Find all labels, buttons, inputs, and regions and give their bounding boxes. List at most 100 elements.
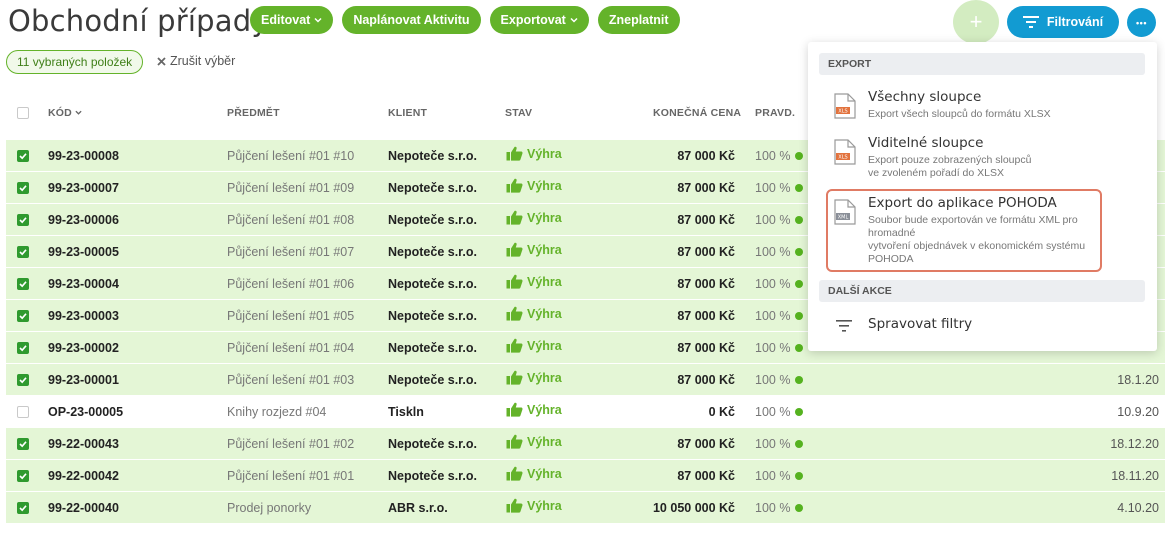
row-code[interactable]: 99-23-00001 bbox=[48, 373, 119, 387]
plan-activity-button[interactable]: Naplánovat Aktivitu bbox=[342, 6, 481, 34]
row-probability-label: 100 % bbox=[755, 309, 791, 323]
thumbs-up-icon bbox=[506, 306, 523, 321]
row-date: 18.11.20 bbox=[1111, 469, 1159, 483]
row-price: 87 000 Kč bbox=[677, 213, 735, 227]
column-status[interactable]: STAV bbox=[505, 107, 532, 119]
page-title: Obchodní případy bbox=[8, 4, 269, 38]
row-client: ABR s.r.o. bbox=[388, 501, 448, 515]
probability-dot-icon bbox=[795, 472, 804, 480]
menu-item-manage-filters[interactable]: Spravovat filtry bbox=[832, 316, 1132, 338]
row-checkbox[interactable] bbox=[17, 470, 29, 482]
row-code[interactable]: 99-23-00008 bbox=[48, 149, 119, 163]
filter-icon bbox=[1022, 16, 1039, 28]
probability-dot-icon bbox=[795, 408, 804, 416]
row-checkbox[interactable] bbox=[17, 150, 29, 162]
check-icon bbox=[19, 377, 27, 384]
row-probability-label: 100 % bbox=[755, 245, 791, 259]
row-status-label: Výhra bbox=[527, 434, 562, 449]
row-status-label: Výhra bbox=[527, 402, 562, 417]
action-bar: Editovat Naplánovat Aktivitu Exportovat … bbox=[250, 6, 680, 34]
menu-item-visible-columns-desc: Export pouze zobrazených sloupců ve zvol… bbox=[868, 154, 1108, 180]
row-code[interactable]: 99-23-00004 bbox=[48, 277, 119, 291]
thumbs-up-icon bbox=[506, 466, 523, 481]
thumbs-up-icon bbox=[506, 370, 523, 385]
row-price: 87 000 Kč bbox=[677, 373, 735, 387]
row-checkbox[interactable] bbox=[17, 310, 29, 322]
thumbs-up-icon bbox=[506, 178, 523, 193]
row-checkbox[interactable] bbox=[17, 502, 29, 514]
row-date: 18.12.20 bbox=[1110, 437, 1159, 451]
row-status: Výhra bbox=[506, 210, 562, 225]
row-checkbox[interactable] bbox=[17, 182, 29, 194]
row-client: Nepoteče s.r.o. bbox=[388, 341, 477, 355]
menu-item-all-columns-title: Všechny sloupce bbox=[868, 89, 982, 105]
row-status: Výhra bbox=[506, 402, 562, 417]
row-checkbox[interactable] bbox=[17, 374, 29, 386]
select-all-checkbox[interactable] bbox=[17, 107, 29, 119]
table-row[interactable]: 99-23-00001 Půjčení lešení #01 #03 Nepoteč… bbox=[6, 364, 1165, 396]
row-status-label: Výhra bbox=[527, 210, 562, 225]
row-probability: 100 % bbox=[755, 181, 804, 195]
column-price[interactable]: KONEČNÁ CENA bbox=[653, 107, 741, 119]
row-checkbox[interactable] bbox=[17, 246, 29, 258]
row-status: Výhra bbox=[506, 242, 562, 257]
row-checkbox[interactable] bbox=[17, 406, 29, 418]
filter-button[interactable]: Filtrování bbox=[1007, 6, 1119, 38]
table-row[interactable]: 99-22-00043 Půjčení lešení #01 #02 Nepoteč… bbox=[6, 428, 1165, 460]
row-code[interactable]: 99-22-00043 bbox=[48, 437, 119, 451]
probability-dot-icon bbox=[795, 504, 804, 512]
row-checkbox[interactable] bbox=[17, 438, 29, 450]
row-code[interactable]: 99-23-00003 bbox=[48, 309, 119, 323]
edit-button[interactable]: Editovat bbox=[250, 6, 334, 34]
row-code[interactable]: 99-23-00007 bbox=[48, 181, 119, 195]
column-probability[interactable]: PRAVD. bbox=[755, 107, 795, 119]
table-row[interactable]: 99-22-00042 Půjčení lešení #01 #01 Nepoteč… bbox=[6, 460, 1165, 492]
more-actions-button[interactable]: ••• bbox=[1127, 8, 1156, 37]
row-code[interactable]: OP-23-00005 bbox=[48, 405, 123, 419]
export-button[interactable]: Exportovat bbox=[489, 6, 589, 34]
cancel-selection-link[interactable]: Zrušit výběr bbox=[157, 54, 235, 68]
row-probability: 100 % bbox=[755, 469, 804, 483]
thumbs-up-icon bbox=[506, 274, 523, 289]
menu-item-visible-columns[interactable]: XLS Viditelné sloupce Export pouze zobra… bbox=[832, 135, 1132, 181]
row-date: 4.10.20 bbox=[1117, 501, 1159, 515]
row-code[interactable]: 99-22-00042 bbox=[48, 469, 119, 483]
column-client[interactable]: KLIENT bbox=[388, 107, 427, 119]
row-subject: Půjčení lešení #01 #04 bbox=[227, 341, 355, 355]
add-button[interactable]: + bbox=[953, 0, 999, 44]
row-checkbox[interactable] bbox=[17, 342, 29, 354]
column-subject[interactable]: PŘEDMĚT bbox=[227, 107, 280, 119]
thumbs-up-icon bbox=[506, 434, 523, 449]
thumbs-up-icon bbox=[506, 242, 523, 257]
row-subject: Knihy rozjezd #04 bbox=[227, 405, 327, 419]
row-status-label: Výhra bbox=[527, 338, 562, 353]
row-client: Nepoteče s.r.o. bbox=[388, 437, 477, 451]
row-code[interactable]: 99-23-00006 bbox=[48, 213, 119, 227]
highlight-outline bbox=[826, 189, 1102, 272]
row-probability-label: 100 % bbox=[755, 405, 791, 419]
row-probability: 100 % bbox=[755, 277, 804, 291]
column-code[interactable]: KÓD bbox=[48, 107, 82, 119]
chevron-down-icon bbox=[314, 17, 322, 23]
invalidate-button[interactable]: Zneplatnit bbox=[597, 6, 680, 34]
row-probability: 100 % bbox=[755, 149, 804, 163]
row-client: Tiskln bbox=[388, 405, 424, 419]
table-row[interactable]: OP-23-00005 Knihy rozjezd #04 Tiskln Výhra 0… bbox=[6, 396, 1165, 428]
probability-dot-icon bbox=[795, 344, 804, 352]
menu-section-export: EXPORT bbox=[819, 53, 1145, 75]
row-price: 87 000 Kč bbox=[677, 245, 735, 259]
row-status: Výhra bbox=[506, 178, 562, 193]
menu-item-all-columns[interactable]: XLS Všechny sloupce Export všech sloupců… bbox=[832, 89, 1132, 125]
row-probability-label: 100 % bbox=[755, 277, 791, 291]
row-checkbox[interactable] bbox=[17, 214, 29, 226]
row-code[interactable]: 99-23-00005 bbox=[48, 245, 119, 259]
row-price: 10 050 000 Kč bbox=[652, 501, 735, 515]
row-client: Nepoteče s.r.o. bbox=[388, 149, 477, 163]
row-code[interactable]: 99-23-00002 bbox=[48, 341, 119, 355]
row-price: 0 Kč bbox=[708, 405, 735, 419]
probability-dot-icon bbox=[795, 184, 804, 192]
table-row[interactable]: 99-22-00040 Prodej ponorky ABR s.r.o. Výhra… bbox=[6, 492, 1165, 524]
row-checkbox[interactable] bbox=[17, 278, 29, 290]
row-price: 87 000 Kč bbox=[677, 181, 735, 195]
row-code[interactable]: 99-22-00040 bbox=[48, 501, 119, 515]
